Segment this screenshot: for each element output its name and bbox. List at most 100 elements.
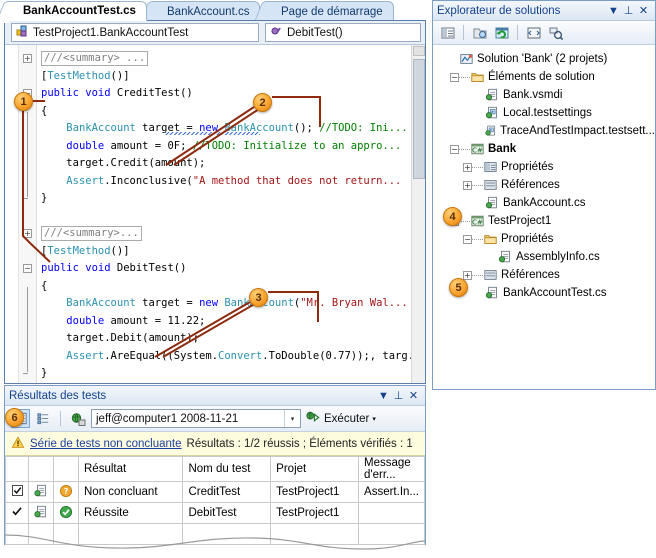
solution-tree-item[interactable]: Bank.vsmdi [433,86,655,104]
expand-region-icon[interactable]: + [23,54,32,63]
squiggly-underline [164,132,260,135]
run-button[interactable]: Exécuter ▾ [305,410,376,428]
header-error-message[interactable]: Message d'err... [358,456,425,482]
solution-tree-item[interactable]: + Références [433,176,655,194]
cell-result: Non concluant [77,481,184,503]
test-run-status-bar: Série de tests non concluante Résultats … [5,432,425,456]
source-code-text[interactable]: ///<summary> ... [TestMethod()] public voi… [37,45,425,383]
collapsed-summary-region[interactable]: ///<summary>... [41,226,142,241]
header-project[interactable]: Projet [270,456,360,482]
tree-connector [472,238,483,240]
collapse-node-icon[interactable]: − [450,144,459,154]
solution-tree[interactable]: Solution 'Bank' (2 projets) − Éléments de … [433,46,655,389]
expand-node-icon[interactable]: + [463,180,472,190]
row-checkbox[interactable] [5,481,29,503]
code-line: { [41,103,425,121]
dropdown-icon[interactable]: ▼ [376,390,391,402]
solution-explorer-titlebar: Explorateur de solutions ▼ ⊥ ✕ [433,1,655,21]
collapse-node-icon[interactable]: − [450,72,459,82]
toolbar-separator [60,411,61,426]
pin-icon[interactable]: ⊥ [391,389,406,402]
code-token: public [41,262,79,274]
header-test-name[interactable]: Nom du test [182,456,272,482]
table-row[interactable]: Réussite DebitTest TestProject1 [5,502,425,524]
refresh-icon[interactable] [492,23,511,42]
solution-tree-item[interactable]: BankAccount.cs [433,194,655,212]
close-icon[interactable]: ✕ [636,4,651,17]
tab-bankaccount[interactable]: BankAccount.cs [152,1,261,21]
solution-tree-item[interactable]: TraceAndTestImpact.testsett... [433,122,655,140]
collapse-region-icon[interactable]: − [23,264,32,273]
toolbar-separator [517,25,518,40]
header-result[interactable]: Résultat [77,456,184,482]
expand-node-icon[interactable]: + [463,270,472,280]
csharp-file-icon [485,196,497,209]
solution-tree-item-label: Références [501,269,560,281]
dropdown-icon[interactable]: ▼ [606,5,621,17]
solution-tree-item[interactable]: + Propriétés [433,158,655,176]
row-checkbox[interactable] [5,502,29,524]
tab-start-page[interactable]: Page de démarrage [266,1,394,21]
member-navigation-combo[interactable]: DebitTest() [265,23,421,42]
type-combo-value: TestProject1.BankAccountTest [33,26,189,39]
view-class-diagram-icon[interactable] [546,23,565,42]
solution-tree-item[interactable]: − Propriétés [433,230,655,248]
close-icon[interactable]: ✕ [406,389,421,402]
cell-test-name: DebitTest [182,502,272,524]
view-code-icon[interactable] [524,23,543,42]
grid-header-row: Résultat Nom du test Projet Message d'er… [5,456,425,482]
cell-result: Réussite [77,502,184,524]
solution-tree-item[interactable]: −C#TestProject1 [433,212,655,230]
svg-text:?: ? [64,487,69,496]
table-row[interactable]: ? Non concluant CreditTest TestProject1 Asse… [5,481,425,503]
tab-label: BankAccount.cs [167,5,250,18]
tab-bankaccounttest[interactable]: BankAccountTest.cs [8,1,147,21]
test-run-combo[interactable]: jeff@computer1 2008-11-21 ▾ [91,409,301,428]
solution-tree-item[interactable]: AssemblyInfo.cs [433,248,655,266]
solution-tree-item[interactable]: Local.testsettings [433,104,655,122]
editor-navigation-bar: TestProject1.BankAccountTest DebitTest() [5,21,425,45]
type-navigation-combo[interactable]: TestProject1.BankAccountTest [11,23,259,42]
test-file-icon [34,484,46,496]
expand-node-icon[interactable]: + [463,162,472,172]
cell-project: TestProject1 [270,502,360,524]
collapsed-summary-region[interactable]: ///<summary> ... [41,51,149,66]
toolbar-separator [463,25,464,40]
collapse-node-icon[interactable]: − [463,234,472,244]
run-button-label: Exécuter [324,412,370,425]
solution-tree-item[interactable]: − Éléments de solution [433,68,655,86]
code-line: Assert.AreEqual((System.Convert.ToDouble… [41,348,425,366]
code-token: .AreEqual((System. [104,349,219,362]
code-token: new [199,297,219,309]
code-pane[interactable]: +−+− ///<summary> ...[TestMethod()]publi… [5,45,425,383]
svg-text:C#: C# [472,219,483,227]
csharp-project-icon: C# [471,215,484,227]
cell-project: TestProject1 [270,481,360,503]
connect-icon[interactable] [68,409,87,428]
code-token: BankAccount [66,297,136,309]
code-line: double amount = 0F; //TODO: Initialize t… [41,138,425,156]
checkbox-icon[interactable] [11,485,23,496]
editor-vertical-scrollbar[interactable] [411,45,425,383]
check-icon[interactable] [11,506,23,517]
callout-badge-1: 1 [14,92,33,111]
properties-window-icon[interactable] [438,23,457,42]
code-token: TestMethod [47,244,111,257]
solution-tree-item[interactable]: − C# Bank [433,140,655,158]
solution-tree-item-label: Solution 'Bank' (2 projets) [477,53,608,65]
group-by-icon[interactable] [34,409,53,428]
solution-tree-item-label: BankAccount.cs [503,197,586,209]
pin-icon[interactable]: ⊥ [621,4,636,17]
show-all-files-icon[interactable] [470,23,489,42]
expand-region-icon[interactable]: + [23,229,32,238]
test-results-grid[interactable]: Résultat Nom du test Projet Message d'er… [5,456,425,545]
test-run-status-link[interactable]: Série de tests non concluante [30,438,182,450]
chevron-down-icon[interactable]: ▾ [284,410,300,427]
solution-tree-item[interactable]: Solution 'Bank' (2 projets) [433,50,655,68]
code-line: } [41,365,425,383]
chevron-down-icon[interactable]: ▾ [372,415,376,423]
